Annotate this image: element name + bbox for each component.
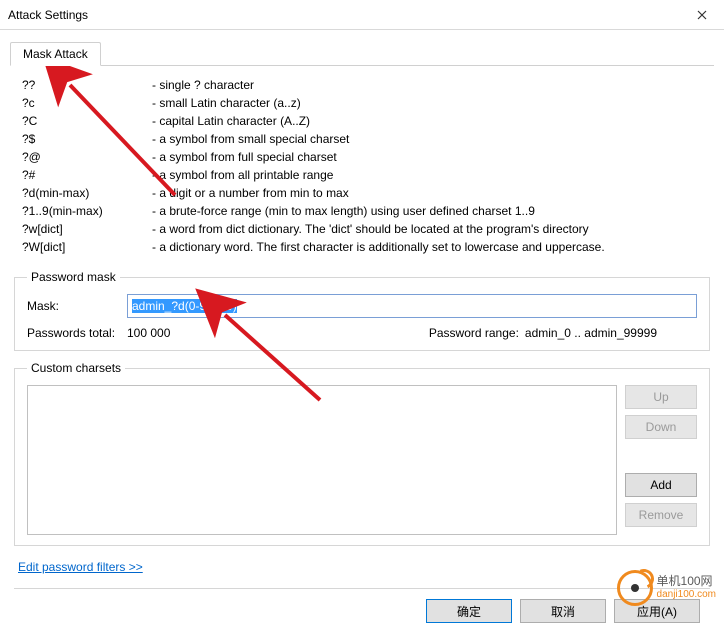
help-desc: - a brute-force range (min to max length… xyxy=(152,202,702,220)
password-mask-legend: Password mask xyxy=(27,270,120,284)
custom-charsets-group: Custom charsets Up Down Add Remove xyxy=(14,361,710,546)
tab-label: Mask Attack xyxy=(23,47,88,61)
help-key: ?c xyxy=(22,94,152,112)
help-desc: - a digit or a number from min to max xyxy=(152,184,702,202)
help-desc: - capital Latin character (A..Z) xyxy=(152,112,702,130)
help-key: ?1..9(min-max) xyxy=(22,202,152,220)
help-key: ?W[dict] xyxy=(22,238,152,256)
tab-strip: Mask Attack xyxy=(10,40,714,66)
mask-input-value: admin_?d(0-99999) xyxy=(132,299,237,313)
help-key: ?# xyxy=(22,166,152,184)
help-desc: - a word from dict dictionary. The 'dict… xyxy=(152,220,702,238)
help-desc: - small Latin character (a..z) xyxy=(152,94,702,112)
help-desc: - a symbol from all printable range xyxy=(152,166,702,184)
edit-password-filters-link[interactable]: Edit password filters >> xyxy=(18,560,143,574)
title-bar: Attack Settings xyxy=(0,0,724,30)
help-desc: - a symbol from full special charset xyxy=(152,148,702,166)
close-icon xyxy=(697,10,707,20)
help-desc: - single ? character xyxy=(152,76,702,94)
close-button[interactable] xyxy=(679,0,724,30)
passwords-total-label: Passwords total: xyxy=(27,326,127,340)
help-key: ?? xyxy=(22,76,152,94)
help-key: ?C xyxy=(22,112,152,130)
custom-charsets-legend: Custom charsets xyxy=(27,361,125,375)
down-button[interactable]: Down xyxy=(625,415,697,439)
help-desc: - a symbol from small special charset xyxy=(152,130,702,148)
password-range-value: admin_0 .. admin_99999 xyxy=(525,326,657,340)
add-button[interactable]: Add xyxy=(625,473,697,497)
help-key: ?$ xyxy=(22,130,152,148)
help-key: ?d(min-max) xyxy=(22,184,152,202)
dialog-button-bar: 确定 取消 应用(A) xyxy=(10,589,714,635)
help-key: ?w[dict] xyxy=(22,220,152,238)
remove-button[interactable]: Remove xyxy=(625,503,697,527)
ok-button[interactable]: 确定 xyxy=(426,599,512,623)
help-desc: - a dictionary word. The first character… xyxy=(152,238,702,256)
mask-input[interactable]: admin_?d(0-99999) xyxy=(127,294,697,318)
charsets-listbox[interactable] xyxy=(27,385,617,535)
password-range-label: Password range: xyxy=(429,326,519,340)
apply-button[interactable]: 应用(A) xyxy=(614,599,700,623)
password-mask-group: Password mask Mask: admin_?d(0-99999) Pa… xyxy=(14,270,710,351)
tab-mask-attack[interactable]: Mask Attack xyxy=(10,42,101,66)
cancel-button[interactable]: 取消 xyxy=(520,599,606,623)
passwords-total-value: 100 000 xyxy=(127,326,327,340)
mask-label: Mask: xyxy=(27,299,127,313)
help-key: ?@ xyxy=(22,148,152,166)
window-title: Attack Settings xyxy=(8,8,679,22)
up-button[interactable]: Up xyxy=(625,385,697,409)
mask-syntax-help: ??- single ? character ?c- small Latin c… xyxy=(10,66,714,264)
